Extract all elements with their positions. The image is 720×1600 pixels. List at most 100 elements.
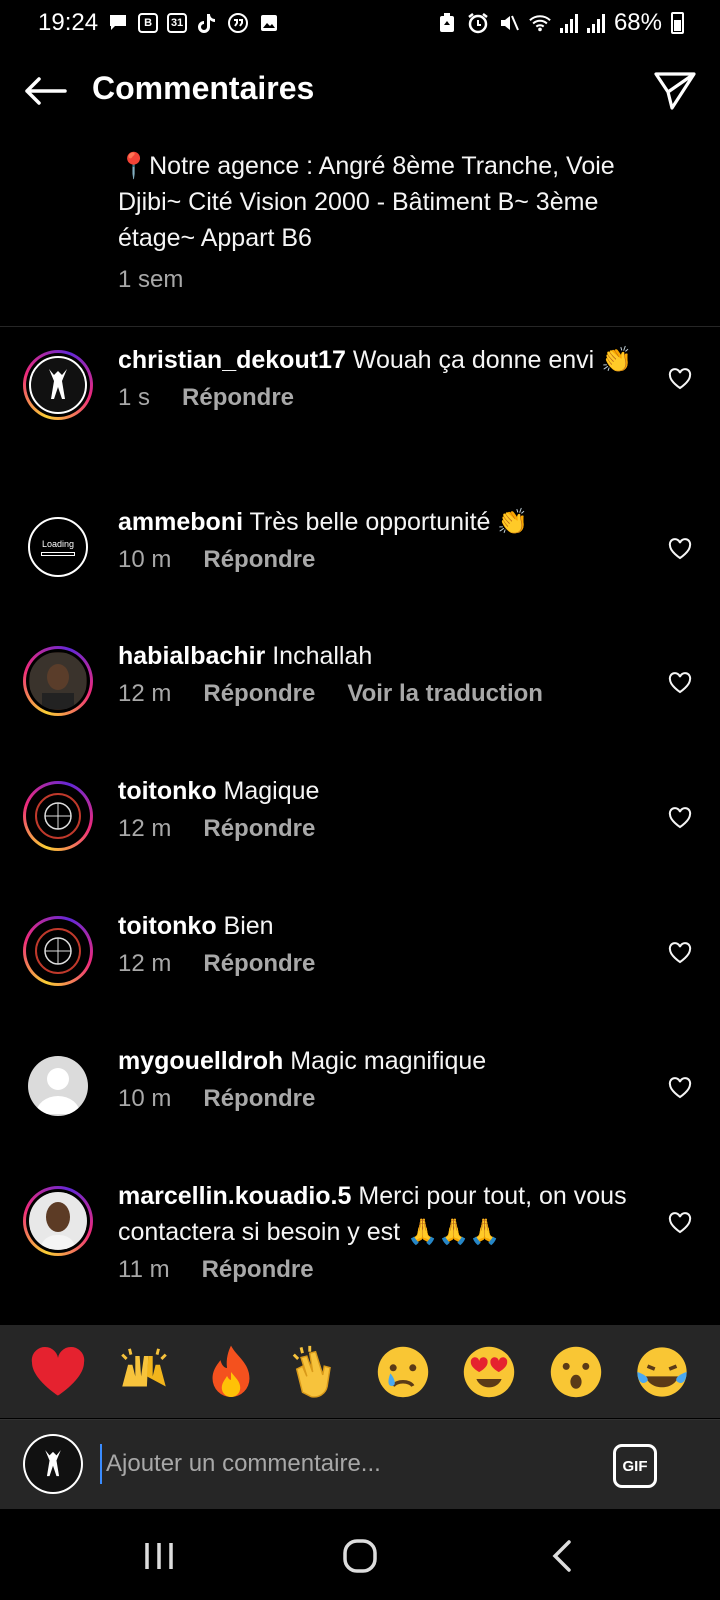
system-back-button[interactable] [536, 1531, 586, 1581]
comment-body: ammeboni Très belle opportunité 👏 10 m Ré… [118, 504, 638, 574]
reply-button[interactable]: Répondre [203, 546, 315, 574]
chevron-left-icon [552, 1540, 571, 1572]
like-button[interactable] [666, 1075, 694, 1101]
tiktok-icon [196, 12, 218, 34]
b-app-icon: B [138, 13, 159, 33]
share-button[interactable] [650, 66, 700, 116]
gif-button[interactable]: GIF [613, 1444, 657, 1488]
logo-icon [49, 369, 67, 399]
comment-text: Inchallah [272, 642, 373, 670]
avatar[interactable] [23, 646, 93, 716]
avatar[interactable] [23, 350, 93, 420]
reaction-laughing-button[interactable] [632, 1342, 692, 1402]
heart-icon [668, 942, 692, 964]
reaction-clap-button[interactable] [287, 1342, 347, 1402]
avatar[interactable]: Loading [23, 512, 93, 582]
system-nav-bar [0, 1509, 720, 1600]
message-icon [107, 12, 129, 34]
comment-time: 12 m [118, 680, 172, 707]
like-button[interactable] [666, 366, 694, 392]
comment-time: 10 m [118, 546, 172, 573]
avatar[interactable] [23, 1051, 93, 1121]
globe-logo-icon [35, 928, 81, 974]
comment-time: 11 m [118, 1256, 170, 1283]
mute-icon [498, 12, 520, 34]
comment-time: 1 s [118, 384, 151, 411]
reaction-heart-eyes-button[interactable] [459, 1342, 519, 1402]
signal-icon [559, 13, 578, 33]
caption-text: 📍Notre agence : Angré 8ème Tranche, Voie… [118, 152, 615, 252]
reaction-fire-button[interactable] [201, 1342, 261, 1402]
status-time: 19:24 [38, 9, 99, 36]
divider [0, 326, 720, 327]
comment-body: habialbachir Inchallah 12 m Répondre Voir … [118, 638, 638, 708]
default-user-icon [36, 1068, 80, 1114]
recent-apps-button[interactable] [134, 1531, 184, 1581]
status-left: 19:24 B 31 [38, 9, 280, 37]
like-button[interactable] [666, 805, 694, 831]
status-bar: 19:24 B 31 68% [0, 0, 720, 46]
quote-icon [227, 12, 249, 34]
loading-bar-icon [41, 551, 75, 556]
comment-text: Magic magnifique [290, 1047, 487, 1075]
avatar[interactable] [23, 781, 93, 851]
arrow-left-icon [25, 77, 67, 105]
comment-username[interactable]: toitonko [118, 912, 217, 940]
comment-username[interactable]: toitonko [118, 777, 217, 805]
my-avatar [23, 1434, 83, 1494]
logo-icon [45, 1450, 61, 1477]
comment-username[interactable]: ammeboni [118, 508, 243, 536]
home-button[interactable] [335, 1531, 385, 1581]
reaction-crying-button[interactable] [373, 1342, 433, 1402]
heart-icon [668, 538, 692, 560]
fire-icon [212, 1345, 250, 1397]
page-title: Commentaires [92, 70, 315, 106]
app-header: Commentaires [0, 46, 720, 134]
avatar-loading-label: Loading [41, 538, 75, 549]
like-button[interactable] [666, 536, 694, 562]
quick-reaction-bar [0, 1325, 720, 1418]
signal-icon [586, 13, 605, 33]
wifi-icon [529, 12, 551, 34]
reply-button[interactable]: Répondre [203, 950, 315, 978]
reply-button[interactable]: Répondre [182, 384, 294, 412]
comment-username[interactable]: christian_dekout17 [118, 346, 346, 374]
like-button[interactable] [666, 940, 694, 966]
comment-text: Wouah ça donne envi 👏 [352, 346, 633, 374]
comment-username[interactable]: marcellin.kouadio.5 [118, 1182, 351, 1210]
heart-icon [668, 1077, 692, 1099]
reaction-raised-hands-button[interactable] [114, 1342, 174, 1402]
comment-time: 10 m [118, 1085, 172, 1112]
comment-time: 12 m [118, 950, 172, 977]
reply-button[interactable]: Répondre [202, 1256, 314, 1284]
like-button[interactable] [666, 1210, 694, 1236]
reply-button[interactable]: Répondre [203, 1085, 315, 1113]
red-heart-icon [31, 1346, 85, 1396]
back-button[interactable] [22, 68, 68, 114]
comment-body: mygouelldroh Magic magnifique 10 m Répond… [118, 1043, 638, 1113]
surprised-face-icon [550, 1346, 601, 1397]
reaction-surprised-button[interactable] [546, 1342, 606, 1402]
heart-icon [668, 368, 692, 390]
crying-face-icon [377, 1346, 429, 1397]
status-right: 68% [436, 9, 684, 37]
laughing-tears-icon [637, 1346, 687, 1397]
comment-body: christian_dekout17 Wouah ça donne envi 👏… [118, 342, 638, 412]
heart-icon [668, 1212, 692, 1234]
avatar[interactable] [23, 1186, 93, 1256]
comment-username[interactable]: habialbachir [118, 642, 265, 670]
image-icon [258, 12, 280, 34]
comment-body: toitonko Bien 12 m Répondre [118, 908, 638, 978]
clapping-hands-icon [292, 1345, 331, 1398]
comment-input[interactable] [100, 1444, 580, 1484]
translate-button[interactable]: Voir la traduction [347, 680, 543, 708]
like-button[interactable] [666, 670, 694, 696]
reply-button[interactable]: Répondre [203, 815, 315, 843]
raised-hands-icon [121, 1347, 168, 1386]
reply-button[interactable]: Répondre [203, 680, 315, 708]
avatar[interactable] [23, 916, 93, 986]
comment-username[interactable]: mygouelldroh [118, 1047, 283, 1075]
battery-icon [671, 12, 684, 34]
reaction-heart-button[interactable] [28, 1342, 88, 1402]
home-icon [343, 1539, 377, 1573]
